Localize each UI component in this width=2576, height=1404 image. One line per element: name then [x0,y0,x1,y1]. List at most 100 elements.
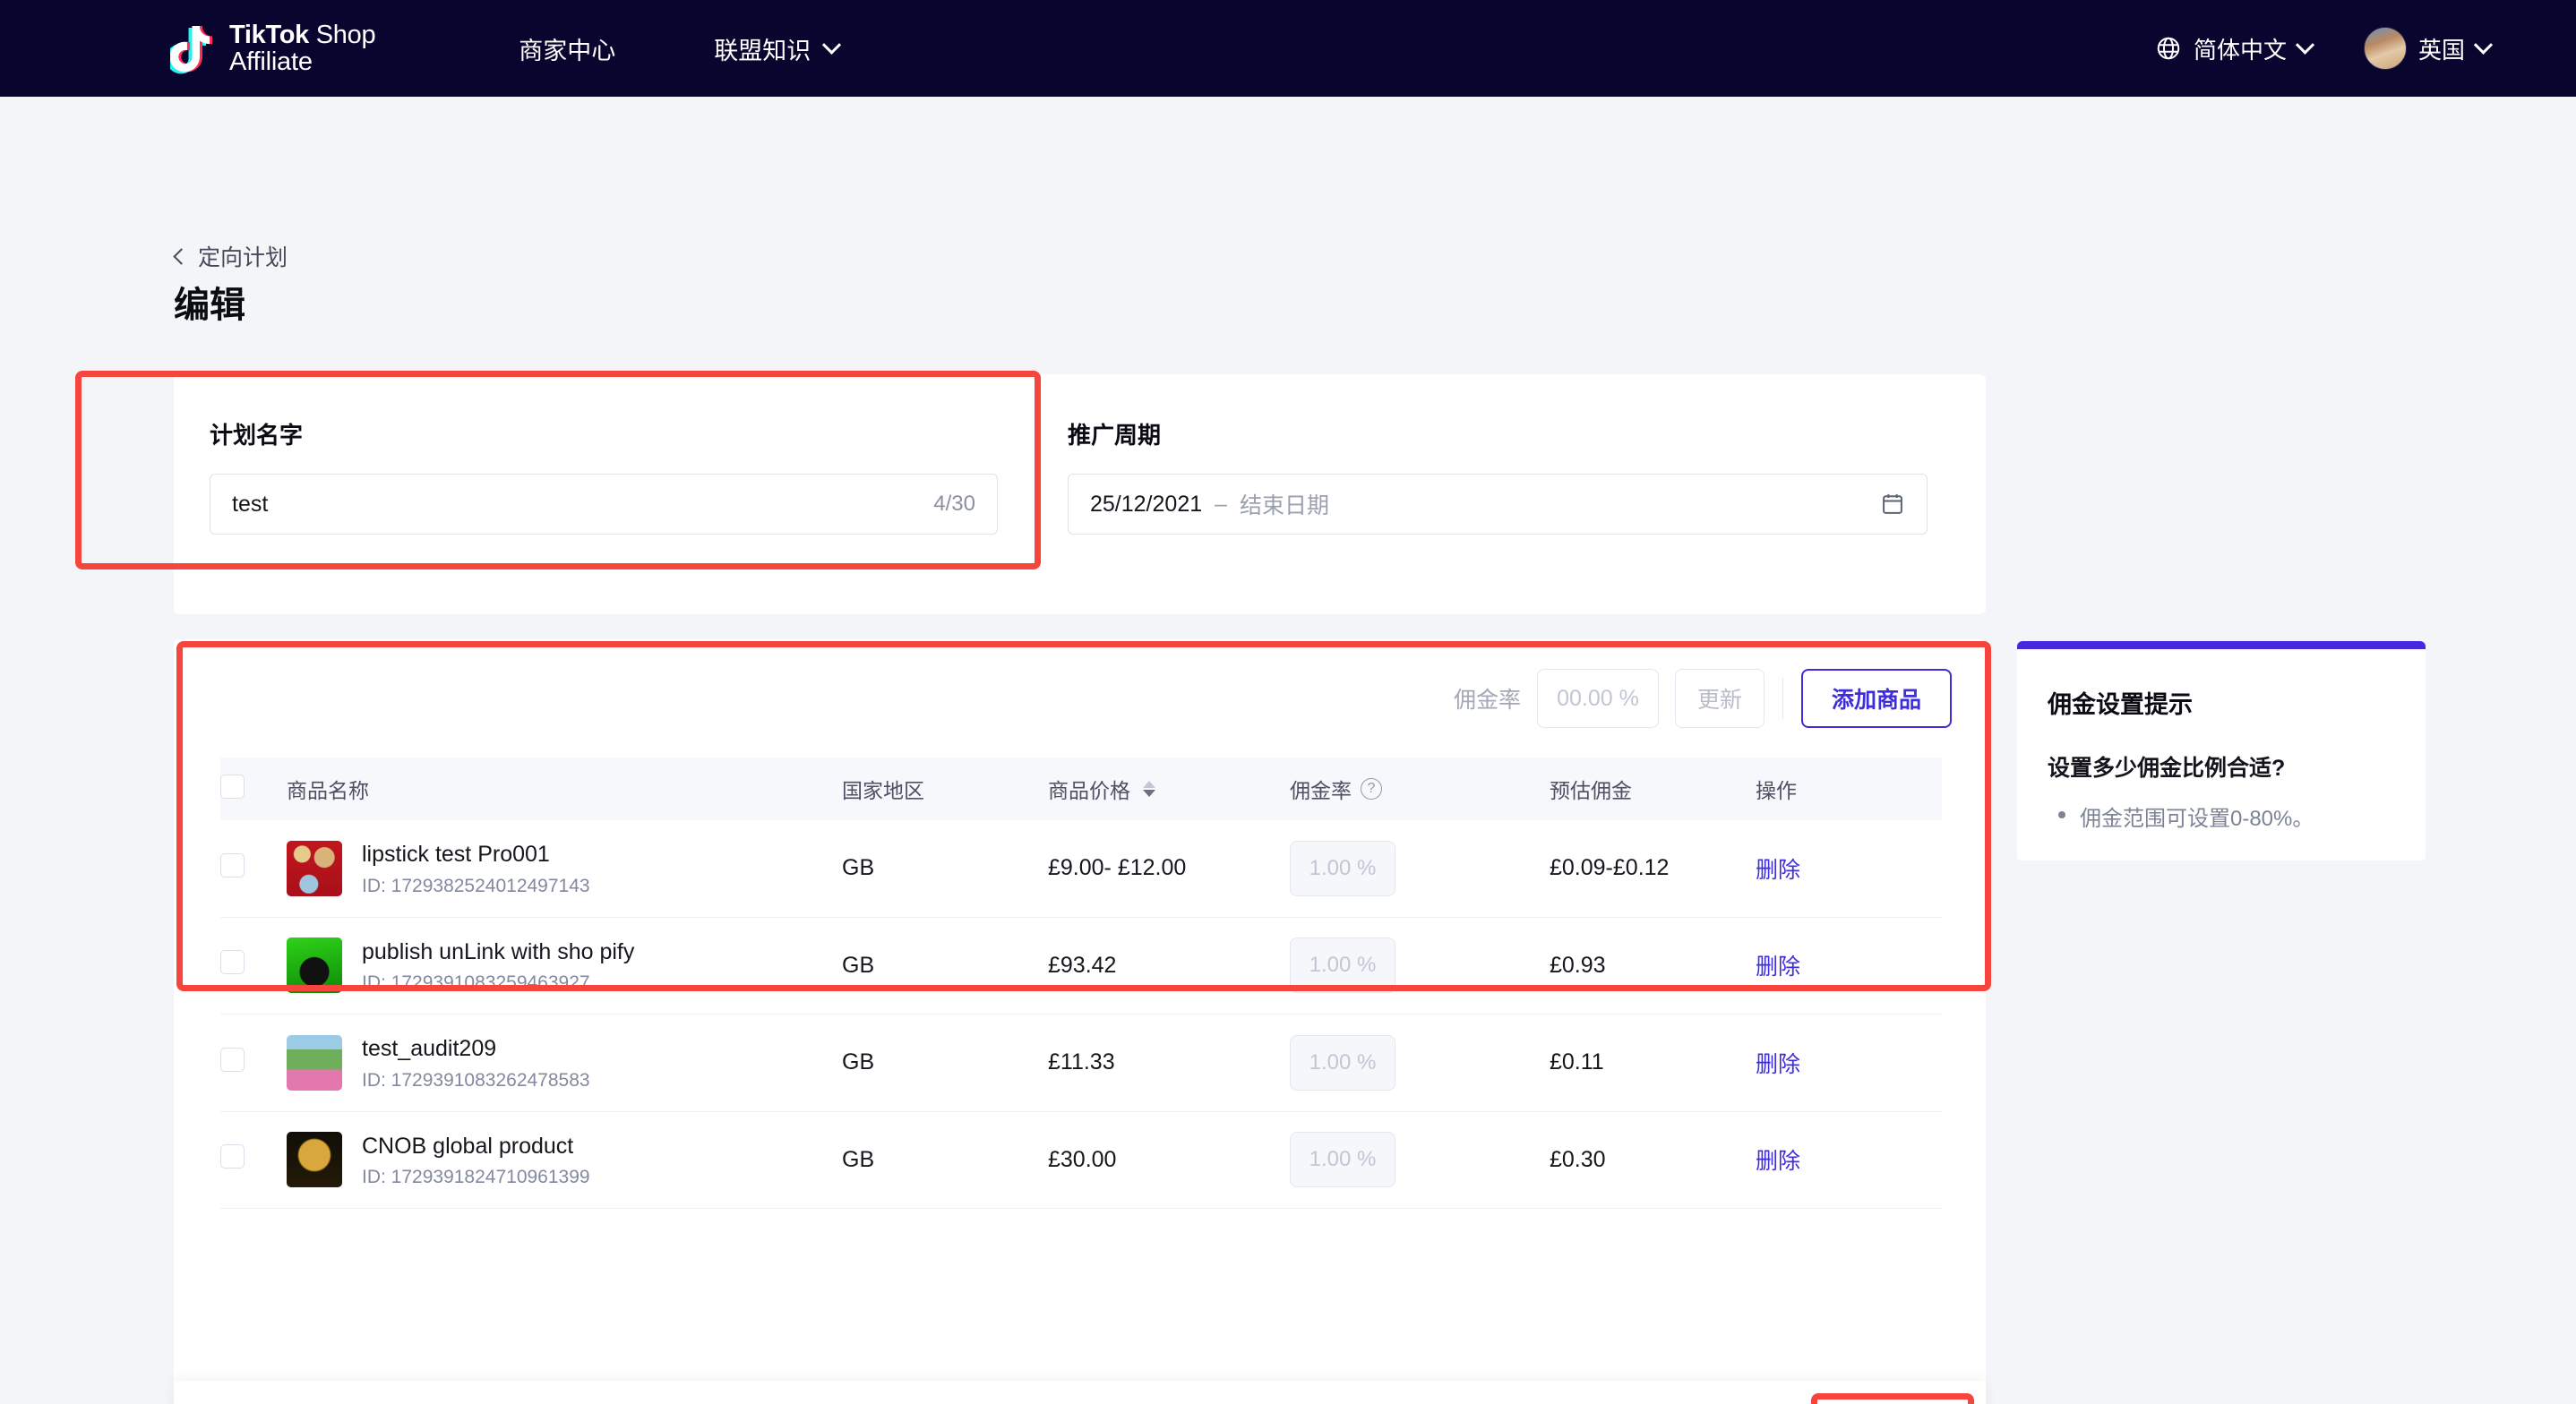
estimated-commission-cell: £0.93 [1550,917,1756,1014]
column-product-name: 商品名称 [287,758,842,820]
country-cell: GB [842,820,1048,917]
country-cell: GB [842,1111,1048,1209]
chevron-down-icon [2474,35,2493,54]
products-toolbar: 佣金率 00.00 % 更新 添加商品 [174,639,1986,758]
promotion-period-field-group: 推广周期 25/12/2021 – 结束日期 [1068,374,1928,614]
plan-name-input[interactable]: test 4/30 [210,474,998,535]
country-cell: GB [842,917,1048,1014]
region-label: 英国 [2418,32,2465,65]
product-cell: test_audit209 ID: 1729391083262478583 [287,1014,842,1112]
tips-bullet-item: 佣金范围可设置0-80%。 [2048,800,2395,832]
delete-link[interactable]: 删除 [1756,1052,1800,1077]
column-estimated-commission: 预估佣金 [1550,758,1756,820]
sort-icon[interactable] [1143,781,1155,797]
top-navigation-bar: TikTok Shop Affiliate 商家中心 联盟知识 简体中文 [0,0,2576,97]
product-name: lipstick test Pro001 [362,840,590,870]
plan-name-char-counter: 4/30 [933,492,975,517]
column-country: 国家地区 [842,758,1048,820]
language-selector[interactable]: 简体中文 [2155,32,2312,65]
column-label: 佣金率 [1290,774,1352,804]
region-account-selector[interactable]: 英国 [2364,27,2490,70]
column-price[interactable]: 商品价格 [1048,758,1290,820]
tiktok-shop-affiliate-logo[interactable]: TikTok Shop Affiliate [170,21,375,76]
toolbar-divider [1782,678,1783,719]
product-cell: publish unLink with sho pify ID: 1729391… [287,917,842,1014]
help-icon[interactable]: ? [1361,778,1382,800]
select-all-header [220,758,287,820]
breadcrumb-label: 定向计划 [198,240,288,272]
product-id: ID: 1729391083262478583 [362,1070,590,1092]
commission-rate-cell: 1.00 % [1290,1111,1550,1209]
product-name: test_audit209 [362,1034,590,1065]
column-action: 操作 [1756,758,1942,820]
price-cell: £30.00 [1048,1111,1290,1209]
tips-bullet-text: 佣金范围可设置0-80%。 [2080,800,2314,832]
column-label: 商品价格 [1048,774,1130,804]
promotion-period-daterange-input[interactable]: 25/12/2021 – 结束日期 [1068,474,1928,535]
nav-item-affiliate-knowledge[interactable]: 联盟知识 [714,31,838,66]
update-button[interactable]: 更新 [1675,669,1765,728]
page-content: 定向计划 编辑 计划名字 test 4/30 推广周期 25/12/2021 –… [0,97,2576,1404]
row-commission-rate-input[interactable]: 1.00 % [1290,937,1395,993]
tips-question: 设置多少佣金比例合适? [2048,750,2395,783]
add-product-button[interactable]: 添加商品 [1801,669,1952,728]
row-checkbox[interactable] [220,1048,245,1072]
table-row: lipstick test Pro001 ID: 172938252401249… [220,820,1942,917]
plan-name-field-group: 计划名字 test 4/30 [210,374,998,614]
brand-affiliate: Affiliate [229,47,313,76]
price-cell: £9.00- £12.00 [1048,820,1290,917]
products-table-body: lipstick test Pro001 ID: 172938252401249… [220,820,1942,1209]
row-checkbox[interactable] [220,853,245,878]
product-thumbnail [287,841,342,896]
period-end-placeholder: 结束日期 [1240,488,1329,520]
product-thumbnail [287,937,342,993]
nav-right-controls: 简体中文 英国 [2155,0,2490,97]
product-id: ID: 1729391083259463927 [362,972,634,994]
period-separator: – [1215,492,1227,518]
action-cell: 删除 [1756,1111,1942,1209]
select-all-checkbox[interactable] [220,775,245,799]
primary-nav-items: 商家中心 联盟知识 [519,31,838,66]
promotion-period-label: 推广周期 [1068,417,1928,450]
product-cell: lipstick test Pro001 ID: 172938252401249… [287,820,842,917]
chevron-down-icon [2296,35,2314,54]
estimated-commission-cell: £0.09-£0.12 [1550,820,1756,917]
products-card: 佣金率 00.00 % 更新 添加商品 商品名称 [174,639,1986,1404]
row-checkbox[interactable] [220,950,245,974]
bulk-commission-rate-input[interactable]: 00.00 % [1537,669,1659,728]
product-name: CNOB global product [362,1132,590,1162]
brand-tiktok: TikTok [229,21,309,49]
breadcrumb[interactable]: 定向计划 [176,240,288,272]
form-action-bar: 取消 提交 [174,1381,1986,1404]
column-commission-rate: 佣金率 ? [1290,758,1550,820]
row-commission-rate-input[interactable]: 1.00 % [1290,841,1395,896]
avatar [2364,27,2407,70]
action-cell: 删除 [1756,820,1942,917]
row-commission-rate-input[interactable]: 1.00 % [1290,1132,1395,1187]
commission-rate-cell: 1.00 % [1290,1014,1550,1112]
row-commission-rate-input[interactable]: 1.00 % [1290,1035,1395,1091]
row-select-cell [220,820,287,917]
nav-item-merchant-center[interactable]: 商家中心 [519,31,615,66]
delete-link[interactable]: 删除 [1756,1149,1800,1174]
period-start-value: 25/12/2021 [1090,492,1202,518]
bulk-commission-rate-label: 佣金率 [1454,682,1521,715]
nav-item-label: 联盟知识 [714,31,811,66]
tips-heading: 佣金设置提示 [2048,685,2395,720]
column-label: 商品名称 [287,774,369,804]
commission-rate-cell: 1.00 % [1290,820,1550,917]
calendar-icon[interactable] [1880,491,1905,518]
table-header-row: 商品名称 国家地区 商品价格 [220,758,1942,820]
delete-link[interactable]: 删除 [1756,955,1800,980]
column-label: 操作 [1756,774,1797,804]
commission-rate-cell: 1.00 % [1290,917,1550,1014]
delete-link[interactable]: 删除 [1756,858,1800,883]
chevron-down-icon [822,35,841,54]
product-cell: CNOB global product ID: 1729391824710961… [287,1111,842,1209]
row-checkbox[interactable] [220,1144,245,1169]
column-label: 预估佣金 [1550,774,1632,804]
page-title: 编辑 [174,276,245,328]
price-cell: £93.42 [1048,917,1290,1014]
chevron-left-icon [173,248,189,264]
tiktok-note-icon [170,22,219,74]
